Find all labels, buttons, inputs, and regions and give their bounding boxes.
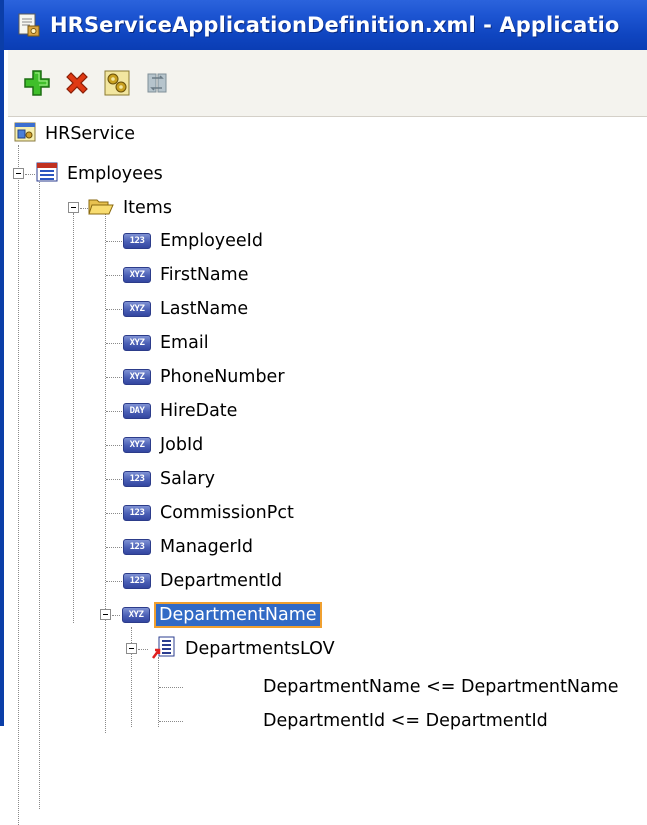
tree-node-label: Email [160,333,209,353]
date-type-icon: DAY [123,403,151,419]
tree-node-label: Items [123,198,172,218]
tree-node-mapping[interactable]: DepartmentId <= DepartmentId [260,704,551,738]
string-type-icon: XYZ [123,301,151,317]
tree-node-label: ManagerId [160,537,253,557]
tree-node-attribute[interactable]: XYZ PhoneNumber [123,360,288,394]
tree-node-label: HRService [45,124,135,144]
view-object-icon [36,162,58,187]
tree-node-attribute[interactable]: 123 ManagerId [123,530,256,564]
tree-node-label: LastName [160,299,249,319]
string-type-icon: XYZ [122,607,150,623]
tree-node-attribute[interactable]: XYZ FirstName [123,258,251,292]
open-folder-icon [88,196,114,221]
add-icon [24,70,50,96]
collapse-toggle[interactable] [100,609,111,620]
number-type-icon: 123 [123,539,151,555]
number-type-icon: 123 [123,233,151,249]
tree-connector [131,627,132,727]
tree-connector [158,657,159,727]
number-type-icon: 123 [123,505,151,521]
tree-view[interactable]: HRService Employees Items 123 EmployeeId… [8,117,647,825]
tree-node-root[interactable]: HRService [14,117,138,151]
window-title: HRServiceApplicationDefinition.xml - App… [50,13,620,37]
tree-connector [105,213,106,733]
refresh-button[interactable] [140,66,174,100]
collapse-toggle[interactable] [126,643,137,654]
delete-button[interactable] [60,66,94,100]
delete-icon [66,72,88,94]
tree-node-label: DepartmentId <= DepartmentId [263,711,548,731]
number-type-icon: 123 [123,573,151,589]
tree-node-label: EmployeeId [160,231,263,251]
configure-button[interactable] [100,66,134,100]
application-window: HRServiceApplicationDefinition.xml - App… [0,0,647,825]
list-of-values-icon [152,635,176,664]
tree-node-label: HireDate [160,401,238,421]
tree-node-attribute[interactable]: XYZ JobId [123,428,206,462]
tree-node-attribute[interactable]: DAY HireDate [123,394,240,428]
tree-node-label: CommissionPct [160,503,294,523]
refresh-icon [147,73,167,93]
toolbar [8,50,647,117]
tree-node-attribute-selected[interactable]: XYZ DepartmentName [122,598,322,632]
tree-node-label: JobId [160,435,204,455]
tree-node-view[interactable]: Employees [36,157,166,191]
tree-node-attribute[interactable]: 123 Salary [123,462,218,496]
tree-node-label: DepartmentId [160,571,283,591]
tree-node-label: FirstName [160,265,249,285]
string-type-icon: XYZ [123,437,151,453]
add-button[interactable] [20,66,54,100]
string-type-icon: XYZ [123,267,151,283]
collapse-toggle[interactable] [13,168,24,179]
tree-node-label: Employees [67,164,163,184]
title-bar[interactable]: HRServiceApplicationDefinition.xml - App… [4,0,647,50]
tree-node-attribute[interactable]: XYZ Email [123,326,212,360]
tree-node-attribute[interactable]: 123 EmployeeId [123,224,266,258]
tree-node-attribute[interactable]: XYZ LastName [123,292,251,326]
tree-node-lov[interactable]: DepartmentsLOV [152,632,338,666]
tree-node-label: DepartmentsLOV [185,639,335,659]
tree-node-mapping[interactable]: DepartmentName <= DepartmentName [260,670,622,704]
tree-node-attribute[interactable]: 123 DepartmentId [123,564,285,598]
tree-connector [39,179,40,809]
number-type-icon: 123 [123,471,151,487]
tree-node-label: DepartmentName [154,602,322,628]
collapse-toggle[interactable] [68,202,79,213]
string-type-icon: XYZ [123,369,151,385]
tree-node-attribute[interactable]: 123 CommissionPct [123,496,297,530]
tree-node-label: Salary [160,469,215,489]
tree-node-label: DepartmentName <= DepartmentName [263,677,619,697]
tree-node-folder[interactable]: Items [88,191,175,225]
string-type-icon: XYZ [123,335,151,351]
document-icon [16,12,42,38]
tree-connector [73,213,74,623]
application-icon [14,121,36,148]
gears-icon [104,70,130,96]
tree-connector [18,145,19,825]
tree-node-label: PhoneNumber [160,367,285,387]
